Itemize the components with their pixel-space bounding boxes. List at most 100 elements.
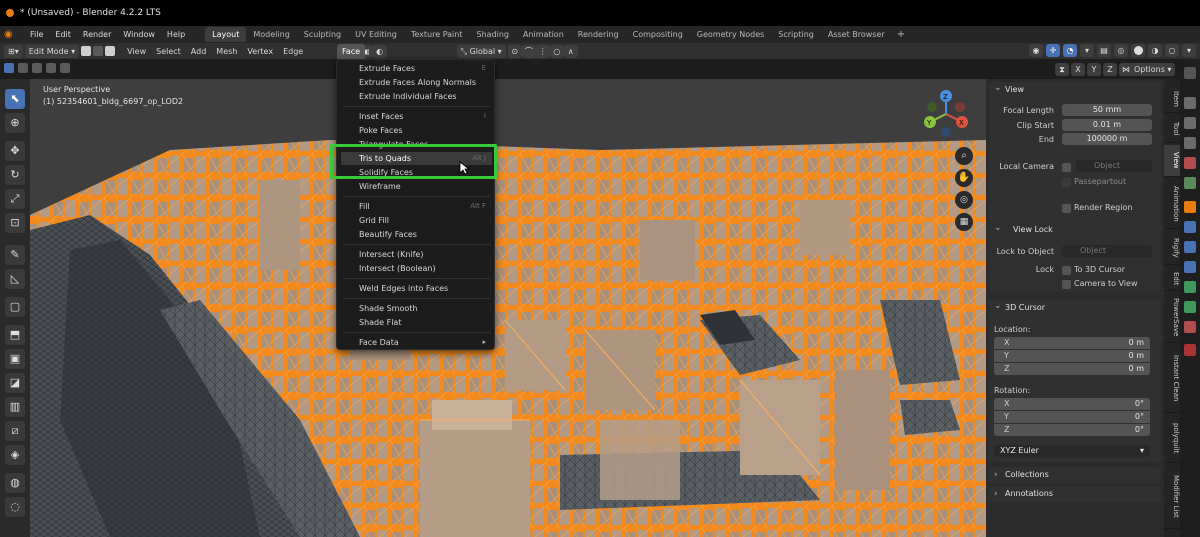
extrude-tool-icon[interactable]: ⬒ bbox=[5, 325, 25, 345]
shading-rendered-icon[interactable]: ○ bbox=[1165, 44, 1179, 57]
editor-type-button[interactable]: ⊞▾ bbox=[4, 44, 23, 58]
shading-wireframe-icon[interactable]: ◎ bbox=[1114, 44, 1128, 57]
to-3d-cursor-checkbox[interactable] bbox=[1062, 266, 1071, 275]
3d-viewport[interactable]: User Perspective (1) 52354601_bldg_6697_… bbox=[30, 79, 986, 537]
menu-item-tris-to-quads[interactable]: Tris to Quads Alt J bbox=[341, 152, 492, 165]
pivot-icon[interactable]: ⊙ bbox=[507, 44, 522, 58]
tab-animation[interactable]: Animation bbox=[516, 27, 571, 42]
clip-start-field[interactable]: 0.01 m bbox=[1062, 119, 1152, 131]
measure-tool-icon[interactable]: ◺ bbox=[5, 269, 25, 289]
menu-item-beautify-faces[interactable]: Beautify Faces bbox=[341, 228, 492, 241]
view-lock-header[interactable]: View Lock bbox=[989, 220, 1161, 238]
tab-asset-browser[interactable]: Asset Browser bbox=[821, 27, 892, 42]
pan-hand-icon[interactable]: ✋ bbox=[955, 169, 973, 187]
menu-item-triangulate-faces[interactable]: Triangulate Faces bbox=[341, 138, 492, 151]
tab-layout[interactable]: Layout bbox=[205, 27, 247, 42]
edge-select-icon[interactable] bbox=[93, 46, 104, 56]
menu-item-grid-fill[interactable]: Grid Fill bbox=[341, 214, 492, 227]
menu-edit[interactable]: Edit bbox=[49, 30, 77, 39]
tab-geometry-nodes[interactable]: Geometry Nodes bbox=[690, 27, 771, 42]
local-camera-field[interactable]: Object bbox=[1076, 160, 1152, 172]
options-dropdown[interactable]: Options ▾ bbox=[1130, 63, 1176, 76]
tab-compositing[interactable]: Compositing bbox=[626, 27, 690, 42]
shading-options-icon[interactable]: ▾ bbox=[1182, 44, 1196, 57]
rotate-tool-icon[interactable]: ↻ bbox=[5, 165, 25, 185]
object-properties-icon[interactable] bbox=[1184, 201, 1196, 213]
orientation-dropdown[interactable]: ⤡ Global ▾ bbox=[456, 44, 506, 58]
passepartout-checkbox[interactable] bbox=[1062, 178, 1071, 187]
shading-solid-icon[interactable] bbox=[1131, 44, 1145, 57]
menu-file[interactable]: File bbox=[24, 30, 49, 39]
navigation-gizmo[interactable]: X Y Z bbox=[916, 87, 976, 141]
knife-tool-icon[interactable]: ⧄ bbox=[5, 421, 25, 441]
texture-properties-icon[interactable] bbox=[1184, 344, 1196, 356]
visibility-icon[interactable]: ◉ bbox=[1029, 44, 1043, 57]
mode-dropdown[interactable]: Edit Mode ▾ bbox=[24, 44, 80, 58]
select-tool-icon[interactable]: ⬉ bbox=[5, 89, 25, 109]
menu-item-extrude-individual-faces[interactable]: Extrude Individual Faces bbox=[341, 90, 492, 103]
zoom-icon[interactable]: ⌕ bbox=[955, 147, 973, 165]
tab-tool[interactable]: Tool bbox=[1164, 115, 1180, 143]
menu-item-face-data[interactable]: Face Data ▸ bbox=[341, 336, 492, 349]
tab-powersave[interactable]: PowerSave bbox=[1164, 293, 1180, 343]
menu-window[interactable]: Window bbox=[117, 30, 161, 39]
loop-cut-tool-icon[interactable]: ▥ bbox=[5, 397, 25, 417]
select-subtract-icon[interactable] bbox=[32, 63, 42, 73]
lock-to-object-field[interactable]: Object bbox=[1062, 245, 1152, 257]
collections-header[interactable]: Collections bbox=[989, 467, 1161, 483]
snap-target-icon[interactable]: ⋮ bbox=[535, 44, 550, 58]
smooth-tool-icon[interactable]: ◌ bbox=[5, 497, 25, 517]
menu-item-intersect-knife[interactable]: Intersect (Knife) bbox=[341, 248, 492, 261]
annotations-panel[interactable]: Annotations bbox=[989, 486, 1161, 502]
tab-view[interactable]: View bbox=[1164, 145, 1180, 177]
vertex-select-icon[interactable] bbox=[81, 46, 92, 56]
tab-uv-editing[interactable]: UV Editing bbox=[348, 27, 404, 42]
menu-item-solidify-faces[interactable]: Solidify Faces bbox=[341, 166, 492, 179]
location-y-field[interactable]: Y0 m bbox=[994, 350, 1150, 362]
rotation-z-field[interactable]: Z 0° bbox=[994, 424, 1150, 436]
location-z-field[interactable]: Z0 m bbox=[994, 363, 1150, 375]
constraints-icon[interactable] bbox=[1184, 281, 1196, 293]
rotation-mode-dropdown[interactable]: XYZ Euler ▾ bbox=[994, 445, 1150, 457]
tab-shading[interactable]: Shading bbox=[469, 27, 516, 42]
xray-icon[interactable]: ▤ bbox=[1097, 44, 1111, 57]
scene-properties-icon[interactable] bbox=[1184, 157, 1196, 169]
cursor-tool-icon[interactable]: ⊕ bbox=[5, 113, 25, 133]
poly-build-tool-icon[interactable]: ◈ bbox=[5, 445, 25, 465]
mirror-y-button[interactable]: Y bbox=[1087, 63, 1101, 76]
mirror-z-button[interactable]: Z bbox=[1103, 63, 1117, 76]
tab-edit[interactable]: Edit bbox=[1164, 267, 1180, 291]
tab-modifier-list[interactable]: Modifier List bbox=[1164, 465, 1180, 529]
mirror-icon[interactable]: ⧗ bbox=[1055, 63, 1069, 76]
menu-item-poke-faces[interactable]: Poke Faces bbox=[341, 124, 492, 137]
tab-sculpting[interactable]: Sculpting bbox=[297, 27, 348, 42]
physics-icon[interactable] bbox=[1184, 261, 1196, 273]
clip-end-field[interactable]: 100000 m bbox=[1062, 133, 1152, 145]
tab-item[interactable]: Item bbox=[1164, 85, 1180, 113]
world-properties-icon[interactable] bbox=[1184, 177, 1196, 189]
bevel-tool-icon[interactable]: ◪ bbox=[5, 373, 25, 393]
camera-view-icon[interactable]: ◎ bbox=[955, 191, 973, 209]
mirror-x-button[interactable]: X bbox=[1071, 63, 1085, 76]
header-menu-add[interactable]: Add bbox=[187, 45, 211, 58]
material-properties-icon[interactable] bbox=[1184, 321, 1196, 333]
tab-polyquilt[interactable]: polyquilt bbox=[1164, 415, 1180, 463]
header-menu-edge[interactable]: Edge bbox=[279, 45, 307, 58]
menu-render[interactable]: Render bbox=[77, 30, 117, 39]
focal-length-field[interactable]: 50 mm bbox=[1062, 104, 1152, 116]
menu-item-extrude-faces-along-normals[interactable]: Extrude Faces Along Normals bbox=[341, 76, 492, 89]
scale-tool-icon[interactable]: ⤢ bbox=[5, 189, 25, 209]
menu-help[interactable]: Help bbox=[161, 30, 191, 39]
select-intersect-icon[interactable] bbox=[60, 63, 70, 73]
menu-item-inset-faces[interactable]: Inset Faces I bbox=[341, 110, 492, 123]
gizmo-icon[interactable]: ✛ bbox=[1046, 44, 1060, 57]
annotate-tool-icon[interactable]: ✎ bbox=[5, 245, 25, 265]
tab-texture-paint[interactable]: Texture Paint bbox=[404, 27, 470, 42]
tool-properties-icon[interactable] bbox=[1184, 67, 1196, 79]
view-panel-header[interactable]: View bbox=[989, 80, 1161, 98]
render-region-checkbox[interactable] bbox=[1062, 204, 1071, 213]
header-menu-face[interactable]: Face bbox=[337, 44, 365, 59]
select-invert-icon[interactable] bbox=[46, 63, 56, 73]
3d-cursor-header[interactable]: 3D Cursor bbox=[989, 298, 1161, 316]
snap-icon[interactable]: ◐ bbox=[372, 44, 387, 58]
